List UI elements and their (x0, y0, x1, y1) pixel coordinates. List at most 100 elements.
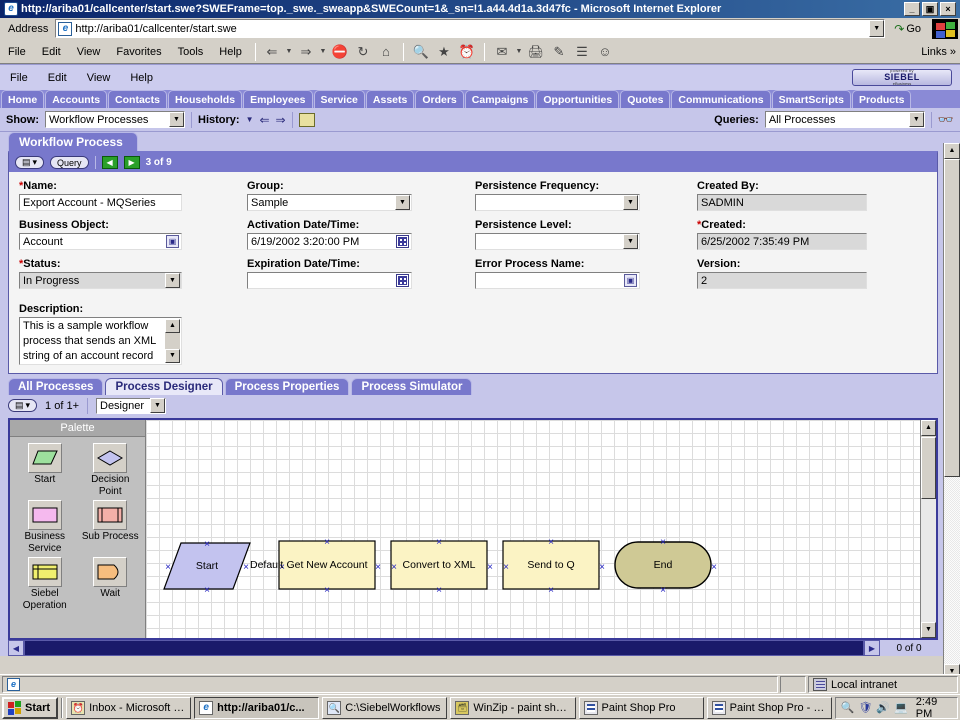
browser-scroll-thumb[interactable] (944, 159, 960, 477)
description-textarea[interactable]: This is a sample workflow process that s… (19, 317, 182, 365)
search-icon[interactable]: 🔍 (410, 42, 432, 62)
persistence-frequency-dropdown[interactable]: ▼ (475, 194, 640, 211)
taskbar-button-psp2[interactable]: Paint Shop Pro - [C... (707, 697, 832, 719)
nav-tab-smartscripts[interactable]: SmartScripts (772, 90, 851, 108)
siebel-menu-file[interactable]: File (0, 69, 38, 87)
palette-decision-box[interactable] (93, 443, 127, 473)
palette-item-wait[interactable]: Wait (80, 557, 142, 612)
taskbar-clock[interactable]: 2:49 PM (916, 696, 952, 720)
group-dropdown[interactable]: Sample ▼ (247, 194, 412, 211)
nav-tab-service[interactable]: Service (314, 90, 365, 108)
edit-icon[interactable]: ✎ (548, 42, 570, 62)
nav-tab-quotes[interactable]: Quotes (620, 90, 670, 108)
start-button[interactable]: Start (2, 697, 58, 719)
ie-menu-tools[interactable]: Tools (170, 44, 212, 60)
ie-menu-help[interactable]: Help (211, 44, 250, 60)
chevron-down-icon-pfreq[interactable]: ▼ (623, 195, 638, 210)
close-button[interactable]: × (940, 2, 956, 16)
nav-tab-orders[interactable]: Orders (415, 90, 463, 108)
palette-item-siebel-operation[interactable]: Siebel Operation (14, 557, 76, 612)
designer-view-dropdown[interactable]: Designer ▼ (96, 398, 166, 414)
address-dropdown-icon[interactable]: ▼ (869, 20, 884, 37)
history-back-icon[interactable]: ⇐ (259, 113, 269, 127)
canvas-vertical-scrollbar[interactable]: ▲ ▼ (920, 420, 936, 638)
back-dropdown-icon[interactable]: ▼ (284, 42, 294, 62)
description-scrollbar[interactable]: ▲ ▼ (165, 319, 180, 363)
taskbar-button-psp[interactable]: Paint Shop Pro (579, 697, 704, 719)
history-dropdown-icon[interactable]: ▼ (246, 115, 254, 124)
tab-process-simulator[interactable]: Process Simulator (351, 378, 472, 395)
nav-tab-employees[interactable]: Employees (243, 90, 312, 108)
chevron-down-icon-designer[interactable]: ▼ (150, 398, 165, 413)
shield-icon[interactable]: 🛡 (858, 701, 872, 714)
previous-record-button[interactable]: ◀ (102, 156, 118, 169)
next-record-button[interactable]: ▶ (124, 156, 140, 169)
status-dropdown[interactable]: In Progress ▼ (19, 272, 182, 289)
nav-tab-households[interactable]: Households (168, 90, 242, 108)
show-dropdown[interactable]: Workflow Processes ▼ (45, 111, 185, 128)
persistence-level-dropdown[interactable]: ▼ (475, 233, 640, 250)
history-forward-icon[interactable]: ⇒ (276, 113, 286, 127)
canvas-scroll-up-icon[interactable]: ▲ (921, 420, 936, 436)
nav-tab-home[interactable]: Home (1, 90, 44, 108)
ie-menu-file[interactable]: File (0, 44, 34, 60)
form-menu-button[interactable]: ▤ ▾ (15, 156, 44, 169)
mail-dropdown-icon[interactable]: ▼ (514, 42, 524, 62)
palette-item-sub-process[interactable]: Sub Process (80, 500, 142, 555)
name-input[interactable]: Export Account - MQSeries (19, 194, 182, 211)
chevron-down-icon[interactable]: ▼ (169, 112, 184, 127)
workflow-process-tab[interactable]: Workflow Process (8, 132, 138, 151)
workflow-diagram-canvas[interactable]: ×× ×× ×× ×× ×× ×× ×× ×× ×× × (146, 420, 920, 638)
back-icon[interactable]: ⇐ (261, 42, 283, 62)
address-input[interactable]: e http://ariba01/callcenter/start.swe ▼ (55, 19, 885, 38)
nav-tab-communications[interactable]: Communications (671, 90, 770, 108)
history-icon[interactable]: ⏰ (456, 42, 478, 62)
canvas-scroll-thumb[interactable] (921, 437, 936, 499)
nav-tab-products[interactable]: Products (852, 90, 912, 108)
report-icon[interactable] (299, 113, 315, 127)
mail-icon[interactable]: ✉ (491, 42, 513, 62)
ie-menu-edit[interactable]: Edit (34, 44, 69, 60)
taskbar-button-ie[interactable]: e http://ariba01/c... (194, 697, 319, 719)
ie-menu-favorites[interactable]: Favorites (108, 44, 169, 60)
nav-tab-assets[interactable]: Assets (366, 90, 414, 108)
hscroll-left-icon[interactable]: ◀ (8, 640, 24, 656)
stop-icon[interactable]: ⛔ (329, 42, 351, 62)
expiration-input[interactable] (247, 272, 412, 289)
palette-start-box[interactable] (28, 443, 62, 473)
go-button[interactable]: ↷ Go (888, 22, 927, 36)
palette-wait-box[interactable] (93, 557, 127, 587)
palette-siebel-operation-box[interactable] (28, 557, 62, 587)
business-object-input[interactable]: Account ▣ (19, 233, 182, 250)
tab-process-properties[interactable]: Process Properties (225, 378, 350, 395)
magnifier-icon[interactable]: 🔍 (841, 701, 855, 714)
nav-tab-accounts[interactable]: Accounts (45, 90, 107, 108)
tab-all-processes[interactable]: All Processes (8, 378, 103, 395)
canvas-scroll-track[interactable] (921, 499, 936, 622)
browser-scroll-up-icon[interactable]: ▲ (944, 143, 960, 159)
scroll-down-icon[interactable]: ▼ (165, 349, 180, 363)
nav-tab-opportunities[interactable]: Opportunities (536, 90, 619, 108)
queries-dropdown[interactable]: All Processes ▼ (765, 111, 925, 128)
chevron-down-icon-queries[interactable]: ▼ (909, 112, 924, 127)
history-label[interactable]: History: (198, 114, 240, 126)
refresh-icon[interactable]: ↻ (352, 42, 374, 62)
siebel-menu-view[interactable]: View (77, 69, 121, 87)
hscroll-right-icon[interactable]: ▶ (864, 640, 880, 656)
palette-item-business-service[interactable]: Business Service (14, 500, 76, 555)
minimize-button[interactable]: _ (904, 2, 920, 16)
calendar-icon-expiration[interactable] (396, 274, 409, 287)
network-disconnected-icon[interactable]: 💻 (894, 701, 908, 714)
tab-process-designer[interactable]: Process Designer (105, 378, 222, 395)
volume-icon[interactable]: 🔊 (876, 701, 890, 714)
browser-vertical-scrollbar[interactable]: ▲ ▼ (943, 143, 960, 680)
taskbar-button-explorer[interactable]: 🔍 C:\SiebelWorkflows (322, 697, 447, 719)
home-icon[interactable]: ⌂ (375, 42, 397, 62)
designer-menu-button[interactable]: ▤ ▾ (8, 399, 37, 412)
palette-sub-process-box[interactable] (93, 500, 127, 530)
taskbar-button-winzip[interactable]: 🗃 WinZip - paint shop... (450, 697, 575, 719)
messenger-icon[interactable]: ☺ (594, 42, 616, 62)
print-icon[interactable]: 🖨 (525, 42, 547, 62)
picklist-icon-error[interactable]: ▣ (624, 274, 637, 287)
discuss-icon[interactable]: ☰ (571, 42, 593, 62)
